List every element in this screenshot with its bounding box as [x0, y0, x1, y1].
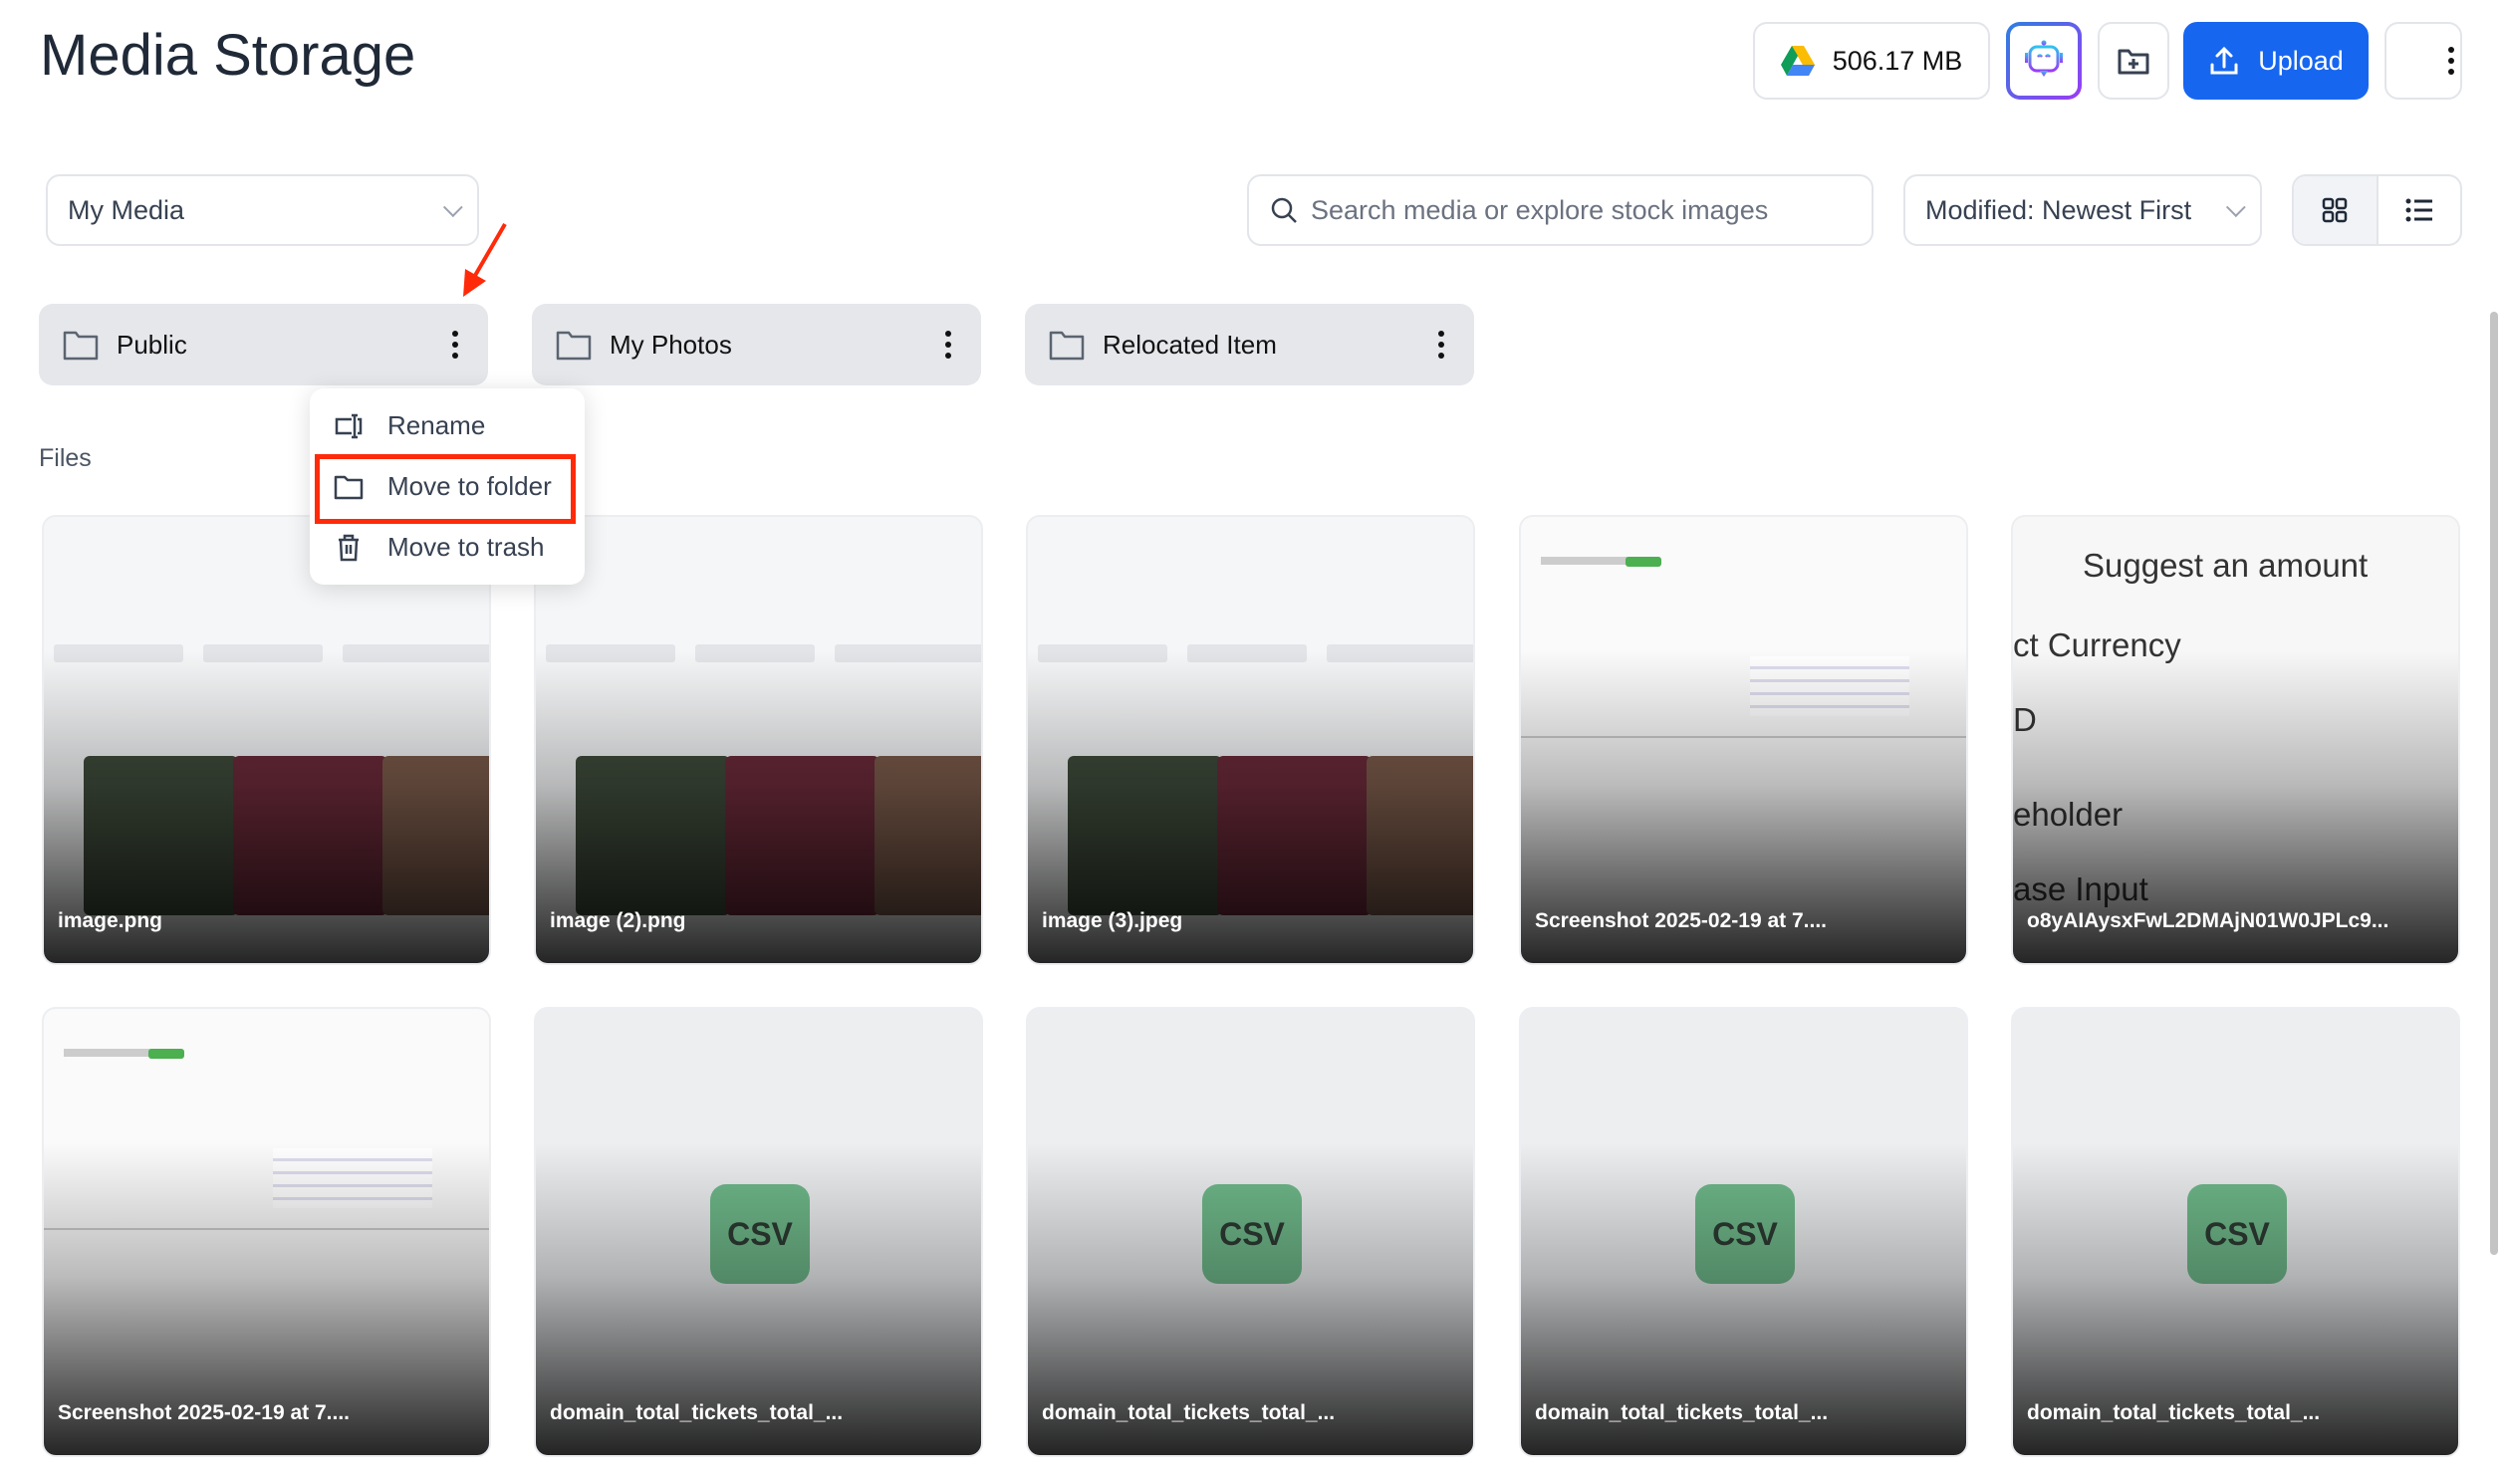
file-name: domain_total_tickets_total_...	[2027, 1401, 2321, 1424]
menu-item-rename[interactable]: Rename	[334, 410, 485, 441]
thumbnail-overlay	[536, 517, 981, 963]
folder-options-button[interactable]	[939, 325, 957, 365]
file-card[interactable]: CSVdomain_total_tickets_total_...	[1519, 1007, 1968, 1457]
rename-icon	[335, 413, 363, 438]
file-name: image (3).jpeg	[1042, 909, 1183, 932]
ai-assistant-button[interactable]	[2006, 22, 2082, 100]
menu-item-move-to-trash[interactable]: Move to trash	[334, 532, 545, 563]
google-drive-icon	[1780, 46, 1815, 76]
thumbnail-overlay	[1028, 1009, 1473, 1455]
file-name: o8yAIAysxFwL2DMAjN01W0JPLc9...	[2027, 909, 2389, 932]
thumbnail-overlay	[1028, 517, 1473, 963]
folder-card[interactable]: My Photos	[532, 304, 981, 385]
upload-icon	[2210, 46, 2238, 75]
search-placeholder: Search media or explore stock images	[1311, 194, 1769, 225]
scrollbar[interactable]	[2490, 312, 2498, 1255]
media-source-value: My Media	[68, 194, 185, 225]
trash-icon	[339, 534, 359, 561]
more-options-button[interactable]	[2384, 22, 2462, 100]
sort-value: Modified: Newest First	[1925, 194, 2192, 225]
search-input[interactable]: Search media or explore stock images	[1247, 174, 1874, 246]
new-folder-button[interactable]	[2098, 22, 2169, 100]
folder-icon	[556, 331, 592, 361]
folder-icon	[63, 331, 99, 361]
view-toggle	[2292, 174, 2462, 246]
file-name: domain_total_tickets_total_...	[1042, 1401, 1336, 1424]
thumbnail-overlay	[1521, 517, 1966, 963]
upload-label: Upload	[2258, 45, 2344, 76]
file-card[interactable]: Screenshot 2025-02-19 at 7....	[1519, 515, 1968, 965]
file-card[interactable]: CSVdomain_total_tickets_total_...	[2011, 1007, 2460, 1457]
folder-name: Public	[117, 329, 187, 360]
thumbnail-overlay	[536, 1009, 981, 1455]
sort-select[interactable]: Modified: Newest First	[1903, 174, 2262, 246]
annotation-arrow	[463, 222, 507, 297]
search-icon	[1271, 197, 1297, 223]
file-name: image (2).png	[550, 909, 686, 932]
file-name: domain_total_tickets_total_...	[550, 1401, 844, 1424]
thumbnail-overlay	[2013, 1009, 2458, 1455]
file-card[interactable]: image (3).jpeg	[1026, 515, 1475, 965]
folder-name: Relocated Item	[1103, 329, 1277, 360]
file-name: Screenshot 2025-02-19 at 7....	[1535, 909, 1827, 932]
list-icon	[2405, 198, 2432, 222]
page-title: Media Storage	[40, 23, 416, 88]
folder-options-button[interactable]	[446, 325, 464, 365]
file-card[interactable]: Screenshot 2025-02-19 at 7....	[42, 1007, 491, 1457]
file-card[interactable]: CSVdomain_total_tickets_total_...	[1026, 1007, 1475, 1457]
storage-usage-button[interactable]: 506.17 MB	[1753, 22, 1990, 100]
folder-card[interactable]: Public	[39, 304, 488, 385]
upload-button[interactable]: Upload	[2183, 22, 2369, 100]
file-card[interactable]: CSVdomain_total_tickets_total_...	[534, 1007, 983, 1457]
file-card[interactable]: Suggest an amountct CurrencyDeholderase …	[2011, 515, 2460, 965]
folder-options-button[interactable]	[1432, 325, 1450, 365]
kebab-icon	[2442, 41, 2460, 81]
menu-item-label: Move to trash	[387, 532, 545, 562]
grid-icon	[2323, 197, 2348, 223]
storage-usage: 506.17 MB	[1832, 45, 1963, 76]
folder-card[interactable]: Relocated Item	[1025, 304, 1474, 385]
folder-icon	[1049, 331, 1085, 361]
thumbnail-overlay	[2013, 517, 2458, 963]
file-name: Screenshot 2025-02-19 at 7....	[58, 1401, 350, 1424]
grid-view-button[interactable]	[2294, 176, 2379, 244]
menu-item-label: Rename	[387, 410, 486, 440]
folder-plus-icon	[2118, 49, 2149, 75]
folder-name: My Photos	[610, 329, 732, 360]
list-view-button[interactable]	[2379, 176, 2461, 244]
file-name: domain_total_tickets_total_...	[1535, 1401, 1829, 1424]
files-section-label: Files	[39, 444, 92, 472]
file-name: image.png	[58, 909, 163, 932]
media-source-select[interactable]: My Media	[46, 174, 479, 246]
file-card[interactable]: image (2).png	[534, 515, 983, 965]
chevron-down-icon	[2225, 197, 2246, 218]
robot-icon	[2025, 40, 2063, 77]
thumbnail-overlay	[44, 1009, 489, 1455]
thumbnail-overlay	[1521, 1009, 1966, 1455]
highlight-box	[315, 454, 576, 524]
